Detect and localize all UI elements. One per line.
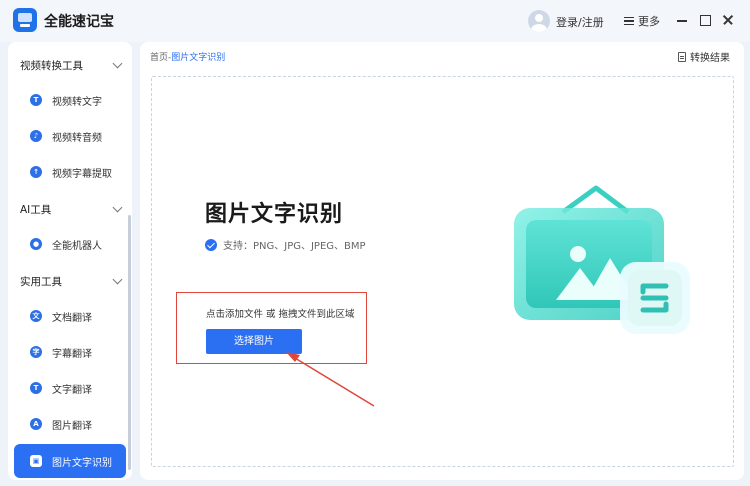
breadcrumb-home[interactable]: 首页: [150, 53, 168, 63]
image-translate-icon: A: [30, 418, 42, 430]
more-button[interactable]: 更多: [624, 13, 660, 29]
sidebar-item-label: 文档翻译: [52, 313, 92, 324]
chevron-down-icon: [112, 58, 123, 69]
category-label: AI工具: [20, 204, 52, 216]
category-ai-tools[interactable]: AI工具: [20, 202, 125, 217]
sidebar-scrollbar[interactable]: [128, 215, 131, 470]
document-icon: 文: [30, 310, 42, 322]
sidebar-item-label: 视频字幕提取: [52, 169, 112, 180]
category-label: 视频转换工具: [20, 60, 83, 72]
menu-icon: [624, 17, 634, 25]
category-video-tools[interactable]: 视频转换工具: [20, 58, 125, 73]
title-bar: 全能速记宝 登录/注册 更多: [0, 0, 750, 42]
sidebar-item-label: 字幕翻译: [52, 349, 92, 360]
category-label: 实用工具: [20, 276, 62, 288]
sidebar-item-label: 全能机器人: [52, 241, 102, 252]
ocr-icon: ▣: [30, 455, 42, 467]
text-icon: T: [30, 94, 42, 106]
sidebar-item-label: 视频转音频: [52, 133, 102, 144]
close-button[interactable]: [721, 13, 735, 27]
check-icon: [205, 238, 217, 251]
sidebar-item-robot[interactable]: ● 全能机器人: [14, 229, 126, 259]
category-utilities[interactable]: 实用工具: [20, 274, 125, 289]
main-panel: 首页-图片文字识别 转换结果 图片文字识别 支持：PNG、JPG、JPEG、BM…: [140, 42, 744, 480]
sidebar-item-subtitle-extract[interactable]: ↑ 视频字幕提取: [14, 157, 126, 187]
sidebar-item-label: 视频转文字: [52, 97, 102, 108]
select-image-button[interactable]: 选择图片: [206, 329, 302, 354]
sidebar-item-video-to-audio[interactable]: ♪ 视频转音频: [14, 121, 126, 151]
sidebar-item-label: 文字翻译: [52, 385, 92, 396]
sidebar-item-label: 图片翻译: [52, 421, 92, 432]
robot-icon: ●: [30, 238, 42, 250]
minimize-button[interactable]: [675, 13, 689, 27]
sidebar-item-text-translate[interactable]: T 文字翻译: [14, 373, 126, 403]
chevron-down-icon: [112, 274, 123, 285]
avatar[interactable]: [528, 10, 550, 32]
subtitle-icon: 字: [30, 346, 42, 358]
sidebar-item-label: 图片文字识别: [52, 458, 112, 469]
drop-hint: 点击添加文件 或 拖拽文件到此区域: [206, 309, 355, 320]
app-title: 全能速记宝: [44, 14, 114, 30]
more-label: 更多: [638, 15, 660, 28]
chevron-down-icon: [112, 202, 123, 213]
sidebar-item-doc-translate[interactable]: 文 文档翻译: [14, 301, 126, 331]
maximize-button[interactable]: [698, 13, 712, 27]
sidebar-item-video-to-text[interactable]: T 视频转文字: [14, 85, 126, 115]
login-link[interactable]: 登录/注册: [556, 14, 604, 30]
image-ocr-illustration: [514, 185, 690, 334]
page-title: 图片文字识别: [205, 202, 344, 227]
app-logo-icon: [13, 8, 37, 32]
conversion-result-label: 转换结果: [690, 53, 730, 64]
supported-formats-text: 支持：PNG、JPG、JPEG、BMP: [223, 241, 366, 252]
document-icon: [678, 51, 686, 62]
upload-icon: ↑: [30, 166, 42, 178]
supported-formats: 支持：PNG、JPG、JPEG、BMP: [205, 237, 366, 252]
breadcrumb: 首页-图片文字识别: [150, 50, 225, 63]
music-icon: ♪: [30, 130, 42, 142]
sidebar-item-image-ocr[interactable]: ▣ 图片文字识别: [14, 444, 126, 478]
sidebar-item-subtitle-translate[interactable]: 字 字幕翻译: [14, 337, 126, 367]
sidebar-item-image-translate[interactable]: A 图片翻译: [14, 409, 126, 439]
text-icon: T: [30, 382, 42, 394]
sidebar: 视频转换工具 T 视频转文字 ♪ 视频转音频 ↑ 视频字幕提取 AI工具 ● 全…: [8, 42, 132, 480]
conversion-result-button[interactable]: 转换结果: [678, 49, 730, 64]
breadcrumb-current: 图片文字识别: [171, 53, 226, 63]
